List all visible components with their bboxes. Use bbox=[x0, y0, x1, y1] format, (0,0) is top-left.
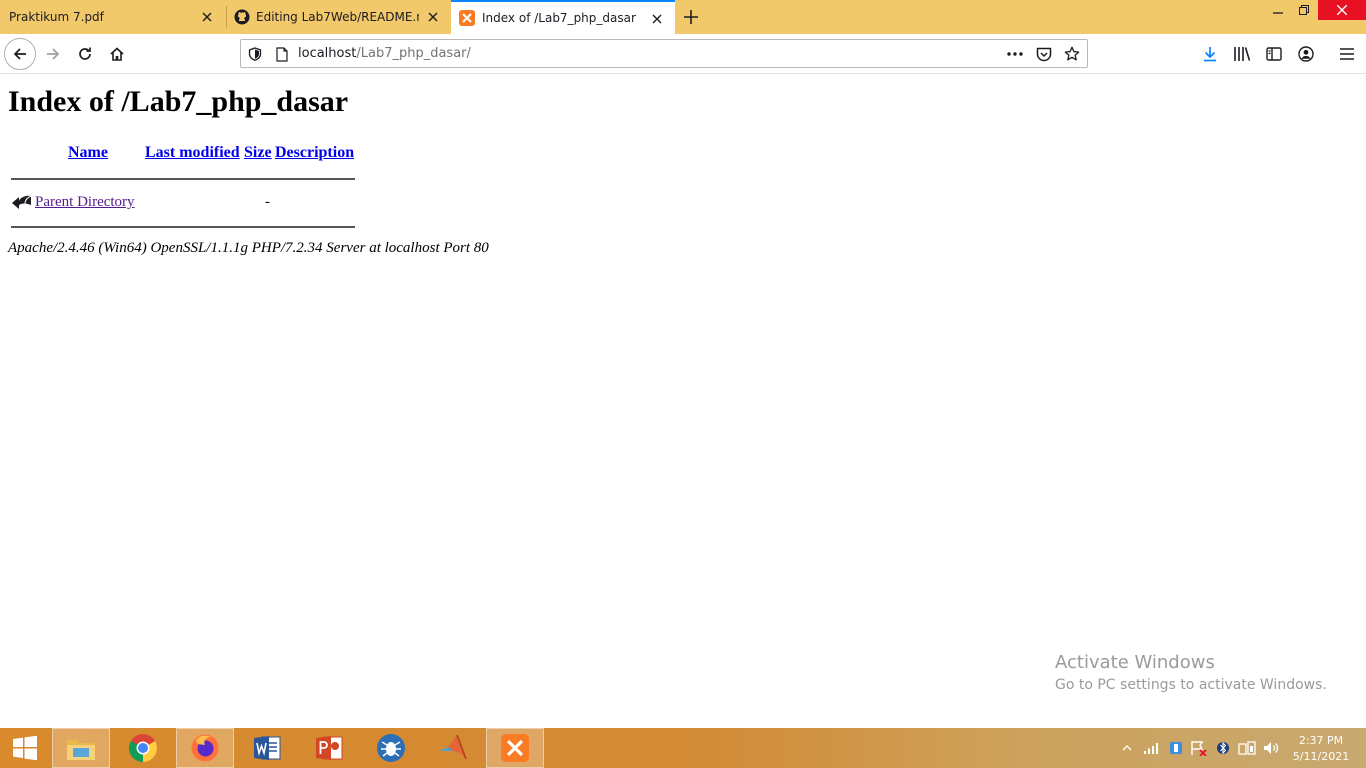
url-text[interactable]: localhost/Lab7_php_dasar/ bbox=[298, 46, 471, 61]
taskbar-chrome[interactable] bbox=[114, 728, 172, 768]
home-icon bbox=[110, 47, 124, 61]
taskbar-firefox[interactable] bbox=[176, 728, 234, 768]
url-bar[interactable]: localhost/Lab7_php_dasar/ bbox=[240, 39, 1088, 68]
matlab-icon bbox=[440, 734, 467, 760]
taskbar-xampp[interactable] bbox=[486, 728, 544, 768]
firefox-icon bbox=[191, 734, 219, 762]
hamburger-icon bbox=[1340, 48, 1354, 60]
tray-volume[interactable] bbox=[1262, 739, 1280, 757]
forward-arrow-icon bbox=[47, 48, 60, 60]
tray-bluetooth[interactable] bbox=[1214, 739, 1232, 757]
power-plug-icon bbox=[1238, 741, 1256, 755]
xampp-icon bbox=[501, 734, 529, 762]
taskbar-file-explorer[interactable] bbox=[52, 728, 110, 768]
file-explorer-icon bbox=[67, 740, 95, 760]
minimize-button[interactable] bbox=[1266, 0, 1290, 20]
activate-windows-watermark: Activate Windows Go to PC settings to ac… bbox=[1055, 652, 1327, 693]
window-close-button[interactable] bbox=[1318, 0, 1366, 20]
tray-device[interactable] bbox=[1167, 739, 1185, 757]
server-signature: Apache/2.4.46 (Win64) OpenSSL/1.1.1g PHP… bbox=[8, 240, 489, 256]
device-icon bbox=[1170, 742, 1182, 754]
chevron-up-icon bbox=[1122, 745, 1132, 751]
tray-flag[interactable] bbox=[1190, 739, 1208, 757]
windows-start-icon bbox=[13, 735, 37, 761]
chrome-icon bbox=[129, 734, 157, 762]
url-path: /Lab7_php_dasar/ bbox=[356, 46, 471, 61]
close-icon[interactable] bbox=[425, 9, 441, 25]
downloads-button[interactable] bbox=[1194, 38, 1226, 70]
account-icon bbox=[1298, 46, 1314, 62]
divider bbox=[11, 226, 355, 228]
restore-button[interactable] bbox=[1292, 0, 1316, 20]
close-icon[interactable] bbox=[649, 11, 665, 27]
back-arrow-icon bbox=[11, 192, 33, 212]
speaker-icon bbox=[1264, 742, 1279, 754]
size-value: - bbox=[265, 194, 270, 210]
taskbar: 2:37 PM 5/11/2021 bbox=[0, 728, 1366, 768]
tab-editing-readme[interactable]: Editing Lab7Web/README.md bbox=[227, 0, 450, 34]
library-icon bbox=[1234, 47, 1251, 61]
tab-title: Editing Lab7Web/README.md bbox=[256, 10, 419, 24]
github-icon bbox=[234, 9, 250, 25]
bookmark-star-icon[interactable] bbox=[1064, 46, 1080, 62]
sidebar-button[interactable] bbox=[1258, 38, 1290, 70]
forward-button[interactable] bbox=[37, 38, 69, 70]
restore-icon bbox=[1299, 5, 1309, 15]
burp-icon bbox=[377, 734, 405, 762]
page-title: Index of /Lab7_php_dasar bbox=[8, 85, 349, 118]
clock-time: 2:37 PM bbox=[1298, 734, 1344, 747]
powerpoint-icon bbox=[316, 736, 343, 760]
close-icon[interactable] bbox=[199, 9, 215, 25]
taskbar-powerpoint[interactable] bbox=[300, 728, 358, 768]
system-clock[interactable]: 2:37 PM 5/11/2021 bbox=[1290, 733, 1352, 765]
tab-strip: Praktikum 7.pdf Editing Lab7Web/README.m… bbox=[0, 0, 1366, 34]
clock-date: 5/11/2021 bbox=[1292, 750, 1350, 763]
home-button[interactable] bbox=[101, 38, 133, 70]
tab-index-lab7[interactable]: Index of /Lab7_php_dasar bbox=[451, 0, 675, 34]
watermark-title: Activate Windows bbox=[1055, 652, 1215, 673]
page-info-icon[interactable] bbox=[274, 46, 290, 62]
tab-title: Index of /Lab7_php_dasar bbox=[482, 11, 636, 25]
library-button[interactable] bbox=[1226, 38, 1258, 70]
tab-praktikum-pdf[interactable]: Praktikum 7.pdf bbox=[0, 0, 226, 34]
parent-directory-link[interactable]: Parent Directory bbox=[35, 194, 135, 211]
watermark-subtitle: Go to PC settings to activate Windows. bbox=[1055, 677, 1327, 693]
column-size-link[interactable]: Size bbox=[244, 144, 272, 162]
xampp-icon bbox=[459, 10, 475, 26]
tab-title: Praktikum 7.pdf bbox=[9, 10, 104, 24]
download-icon bbox=[1204, 47, 1216, 62]
divider bbox=[11, 178, 355, 180]
account-button[interactable] bbox=[1290, 38, 1322, 70]
pocket-icon[interactable] bbox=[1036, 46, 1052, 62]
tracking-shield-icon[interactable] bbox=[247, 46, 263, 62]
column-description-link[interactable]: Description bbox=[275, 144, 354, 162]
sidebar-icon bbox=[1266, 47, 1282, 61]
nav-toolbar: localhost/Lab7_php_dasar/ bbox=[0, 34, 1366, 74]
reload-button[interactable] bbox=[69, 38, 101, 70]
tray-expand-button[interactable] bbox=[1118, 739, 1136, 757]
close-icon bbox=[1337, 5, 1347, 15]
start-button[interactable] bbox=[0, 728, 50, 768]
table-row: Parent Directory - bbox=[11, 192, 356, 214]
column-last-modified-link[interactable]: Last modified bbox=[145, 144, 240, 162]
word-icon bbox=[254, 736, 281, 760]
taskbar-matlab[interactable] bbox=[424, 728, 482, 768]
menu-button[interactable] bbox=[1331, 38, 1363, 70]
minimize-icon bbox=[1273, 12, 1283, 14]
taskbar-word[interactable] bbox=[238, 728, 296, 768]
back-arrow-icon bbox=[13, 48, 26, 60]
bluetooth-icon bbox=[1217, 741, 1229, 755]
tray-network[interactable] bbox=[1143, 739, 1161, 757]
tray-power[interactable] bbox=[1238, 739, 1256, 757]
plus-icon bbox=[684, 10, 698, 24]
page-actions-icon[interactable] bbox=[1007, 46, 1023, 62]
network-signal-icon bbox=[1144, 743, 1158, 754]
url-host: localhost bbox=[298, 46, 357, 61]
column-name-link[interactable]: Name bbox=[68, 144, 108, 162]
new-tab-button[interactable] bbox=[680, 6, 702, 28]
action-center-flag-icon bbox=[1191, 741, 1207, 756]
reload-icon bbox=[79, 47, 91, 60]
taskbar-burp[interactable] bbox=[362, 728, 420, 768]
back-button[interactable] bbox=[4, 38, 36, 70]
